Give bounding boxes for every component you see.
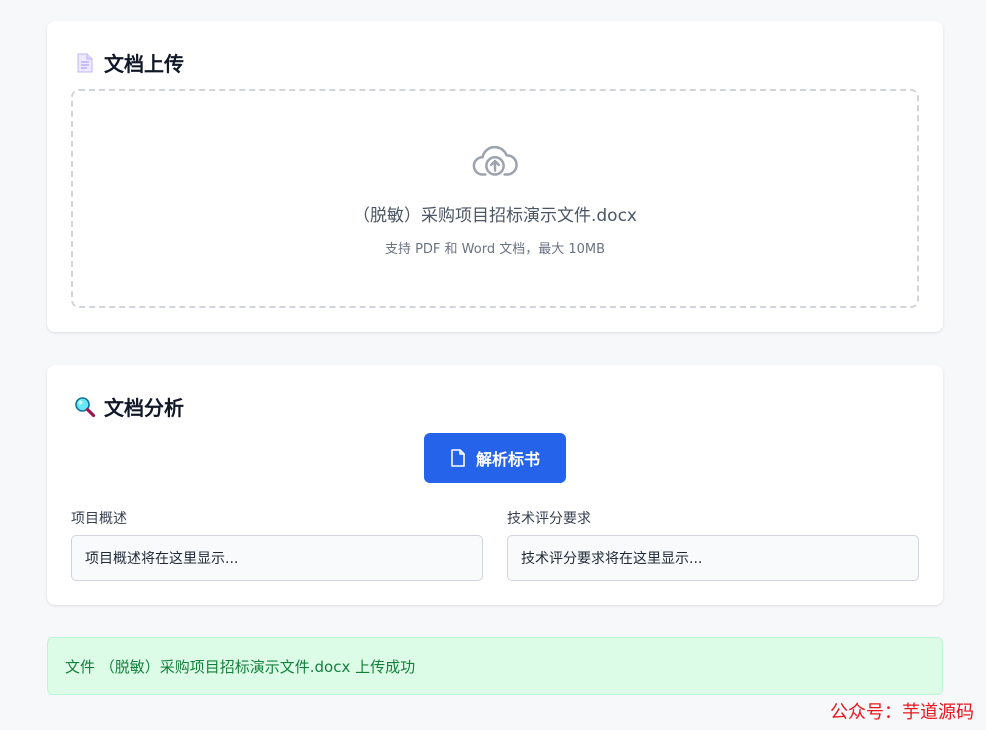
- analysis-title: 文档分析: [74, 392, 184, 421]
- upload-success-alert: 文件 （脱敏）采购项目招标演示文件.docx 上传成功: [47, 637, 943, 695]
- analysis-card: 文档分析 解析标书 项目概述 项目概述将在这里显示... 技术评分要求 技术评分…: [47, 365, 943, 605]
- cloud-upload-icon: [472, 145, 518, 176]
- uploaded-filename: （脱敏）采购项目招标演示文件.docx: [352, 206, 637, 226]
- magnifier-icon: [74, 396, 96, 418]
- overview-label: 项目概述: [71, 511, 127, 527]
- upload-title-text: 文档上传: [104, 52, 184, 76]
- upload-title: 文档上传: [74, 48, 184, 77]
- overview-field[interactable]: 项目概述将在这里显示...: [71, 535, 483, 581]
- file-icon: [451, 449, 465, 467]
- analysis-title-text: 文档分析: [104, 396, 184, 420]
- tech-requirements-label: 技术评分要求: [507, 511, 591, 527]
- parse-button-label: 解析标书: [475, 450, 540, 469]
- watermark: 公众号：芋道源码: [830, 702, 974, 723]
- document-icon: [74, 52, 96, 74]
- upload-hint: 支持 PDF 和 Word 文档，最大 10MB: [384, 242, 606, 257]
- upload-card: 文档上传 （脱敏）采购项目招标演示文件.docx 支持 PDF 和 Word 文…: [47, 21, 943, 332]
- tech-requirements-field[interactable]: 技术评分要求将在这里显示...: [507, 535, 919, 581]
- file-dropzone[interactable]: （脱敏）采购项目招标演示文件.docx 支持 PDF 和 Word 文档，最大 …: [71, 89, 919, 308]
- parse-button[interactable]: 解析标书: [424, 433, 566, 483]
